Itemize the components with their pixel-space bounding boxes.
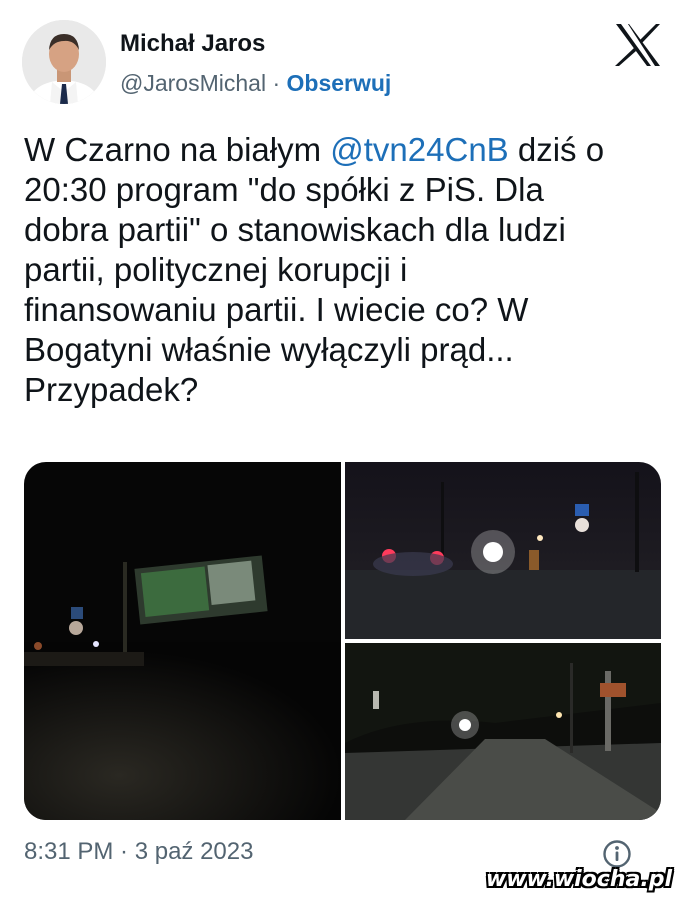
mention-link[interactable]: @tvn24CnB xyxy=(330,131,508,168)
night-road-photo-3[interactable] xyxy=(345,643,661,820)
author-handle[interactable]: @JarosMichal xyxy=(120,70,266,96)
author-name[interactable]: Michał Jaros xyxy=(120,30,265,58)
site-watermark: www.wiocha.pl xyxy=(485,867,672,892)
night-road-photo-2[interactable] xyxy=(345,462,661,639)
info-icon[interactable] xyxy=(602,839,632,869)
separator-dot: · xyxy=(272,70,281,96)
x-logo-icon[interactable] xyxy=(614,22,662,68)
night-road-photo-1[interactable] xyxy=(24,462,341,820)
media-grid xyxy=(24,462,661,820)
follow-button[interactable]: Obserwuj xyxy=(287,70,392,96)
tweet-timestamp[interactable]: 8:31 PM · 3 paź 2023 xyxy=(24,838,253,866)
tweet-text-before: W Czarno na białym xyxy=(24,131,331,168)
author-avatar[interactable] xyxy=(22,20,106,104)
tweet-text-after: dziś o 20:30 program "do spółki z PiS. D… xyxy=(24,131,605,408)
tweet-text: W Czarno na białym @tvn24CnB dziś o 20:3… xyxy=(24,130,664,410)
author-handle-row: @JarosMichal · Obserwuj xyxy=(120,70,391,97)
